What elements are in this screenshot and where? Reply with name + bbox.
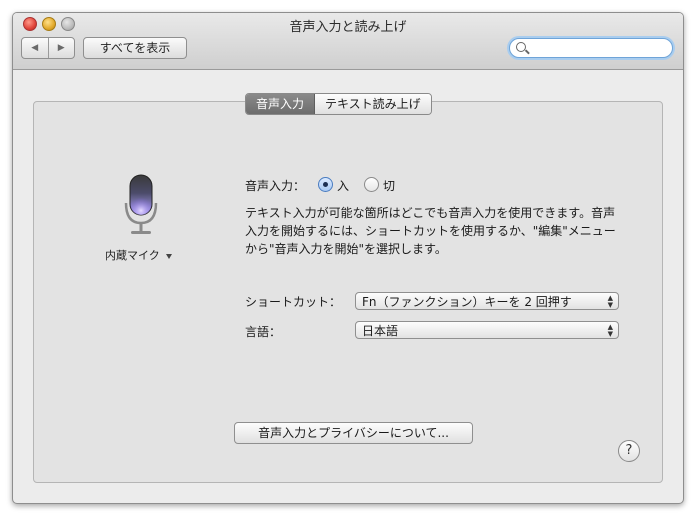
microphone-selector[interactable]: 内蔵マイク [105, 247, 172, 263]
search-icon [516, 42, 526, 52]
dictation-off-radio[interactable] [364, 177, 379, 192]
titlebar: 音声入力と読み上げ ◀ ▶ すべてを表示 [13, 13, 683, 70]
popup-arrows-icon: ▲ ▼ [607, 294, 613, 309]
microphone-icon [124, 174, 158, 234]
language-popup[interactable]: 日本語 ▲ ▼ [355, 321, 619, 339]
preferences-window: 音声入力と読み上げ ◀ ▶ すべてを表示 音声入力 テキスト読み上げ 内蔵マイク… [12, 12, 684, 504]
dictation-on-label: 入 [337, 179, 350, 193]
shortcut-popup[interactable]: Fn（ファンクション）キーを 2 回押す ▲ ▼ [355, 292, 619, 310]
window-title: 音声入力と読み上げ [289, 20, 407, 35]
show-all-button[interactable]: すべてを表示 [83, 37, 187, 59]
dictation-on-radio[interactable] [318, 177, 333, 192]
shortcut-value: Fn（ファンクション）キーを 2 回押す [362, 295, 572, 309]
dropdown-arrow-icon [165, 253, 172, 259]
back-forward-control: ◀ ▶ [21, 37, 75, 59]
dictation-description: テキスト入力が可能な箇所はどこでも音声入力を使用できます。音声入力を開始するには… [245, 206, 616, 256]
dictation-privacy-button[interactable]: 音声入力とプライバシーについて... [234, 422, 473, 444]
dictation-label: 音声入力： [245, 179, 306, 193]
dictation-off-label: 切 [383, 179, 396, 193]
shortcut-label: ショートカット： [245, 295, 342, 309]
help-button[interactable]: ? [618, 440, 640, 462]
search-field[interactable] [509, 38, 673, 58]
tab-bar: 音声入力 テキスト読み上げ [245, 93, 432, 115]
tab-dictation[interactable]: 音声入力 [246, 94, 316, 114]
language-value: 日本語 [362, 324, 399, 338]
tab-text-to-speech[interactable]: テキスト読み上げ [315, 94, 431, 114]
forward-icon[interactable]: ▶ [49, 38, 75, 58]
microphone-label: 内蔵マイク [105, 249, 160, 262]
back-icon[interactable]: ◀ [22, 38, 49, 58]
popup-arrows-icon: ▲ ▼ [607, 323, 613, 338]
language-label: 言語： [245, 325, 282, 339]
